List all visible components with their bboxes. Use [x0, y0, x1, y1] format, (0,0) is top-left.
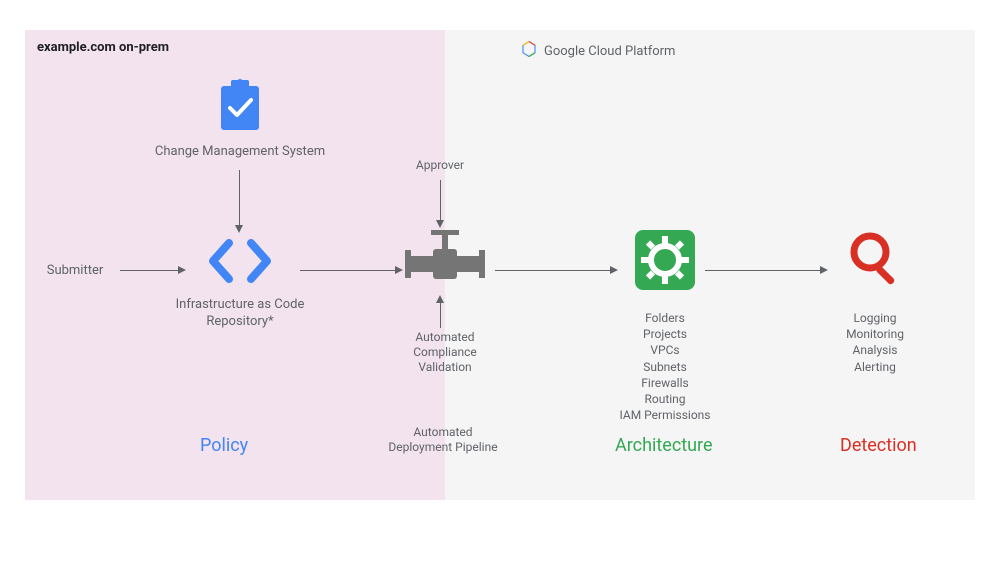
- detection-items: Logging Monitoring Analysis Alerting: [820, 310, 930, 375]
- arch-item-iam: IAM Permissions: [620, 407, 711, 423]
- arch-item-vpcs: VPCs: [650, 342, 679, 358]
- det-item-monitoring: Monitoring: [846, 326, 904, 342]
- arch-item-routing: Routing: [644, 391, 685, 407]
- arrow-compliance-valve: [440, 303, 441, 328]
- onprem-header: example.com on-prem: [37, 40, 169, 55]
- arrow-head-icon: [436, 220, 444, 228]
- arrow-iac-valve: [300, 270, 395, 271]
- det-item-logging: Logging: [853, 310, 896, 326]
- approver-node: Approver: [400, 158, 480, 173]
- valve-icon: [405, 228, 485, 298]
- cms-label: Change Management System: [150, 144, 330, 161]
- architecture-items: Folders Projects VPCs Subnets Firewalls …: [585, 310, 745, 423]
- gcp-label: Google Cloud Platform: [544, 44, 675, 59]
- architecture-section-title: Architecture: [615, 435, 713, 456]
- magnifier-icon: [846, 228, 904, 290]
- diagram-canvas: example.com on-prem Google Cloud Platfor…: [25, 30, 975, 500]
- detection-magnifier-node: [835, 228, 915, 290]
- clipboard-check-icon: [215, 78, 265, 138]
- policy-section-title: Policy: [200, 435, 248, 456]
- detection-section-title: Detection: [840, 435, 917, 456]
- submitter-label: Submitter: [47, 263, 104, 280]
- arch-item-folders: Folders: [645, 310, 685, 326]
- arch-item-subnets: Subnets: [643, 359, 687, 375]
- gcp-icon: [520, 40, 538, 62]
- arrow-valve-gear: [495, 270, 610, 271]
- approver-label: Approver: [416, 158, 464, 173]
- pipeline-label: Automated Deployment Pipeline: [388, 425, 498, 455]
- arrow-submitter-iac: [120, 270, 178, 271]
- gear-icon: [635, 230, 695, 294]
- arrow-head-icon: [610, 266, 618, 274]
- arrow-head-icon: [235, 225, 243, 233]
- arrow-head-icon: [436, 295, 444, 303]
- architecture-gear-node: [625, 230, 705, 294]
- arrow-head-icon: [820, 266, 828, 274]
- det-item-analysis: Analysis: [853, 342, 898, 358]
- compliance-node: Automated Compliance Validation: [400, 330, 490, 375]
- compliance-label: Automated Compliance Validation: [400, 330, 490, 375]
- gcp-header: Google Cloud Platform: [520, 40, 675, 62]
- arrow-approver-valve: [440, 180, 441, 220]
- pipeline-valve-node: [405, 228, 485, 298]
- code-brackets-icon: [205, 235, 275, 291]
- change-management-node: Change Management System: [195, 78, 285, 161]
- det-item-alerting: Alerting: [854, 359, 896, 375]
- iac-label: Infrastructure as Code Repository*: [170, 297, 310, 331]
- arch-item-firewalls: Firewalls: [641, 375, 688, 391]
- submitter-node: Submitter: [35, 263, 115, 280]
- iac-repository-node: Infrastructure as Code Repository*: [185, 235, 295, 331]
- arrow-cms-iac: [239, 170, 240, 225]
- arrow-head-icon: [395, 266, 403, 274]
- arrow-head-icon: [178, 266, 186, 274]
- arch-item-projects: Projects: [643, 326, 687, 342]
- arrow-gear-magnifier: [705, 270, 820, 271]
